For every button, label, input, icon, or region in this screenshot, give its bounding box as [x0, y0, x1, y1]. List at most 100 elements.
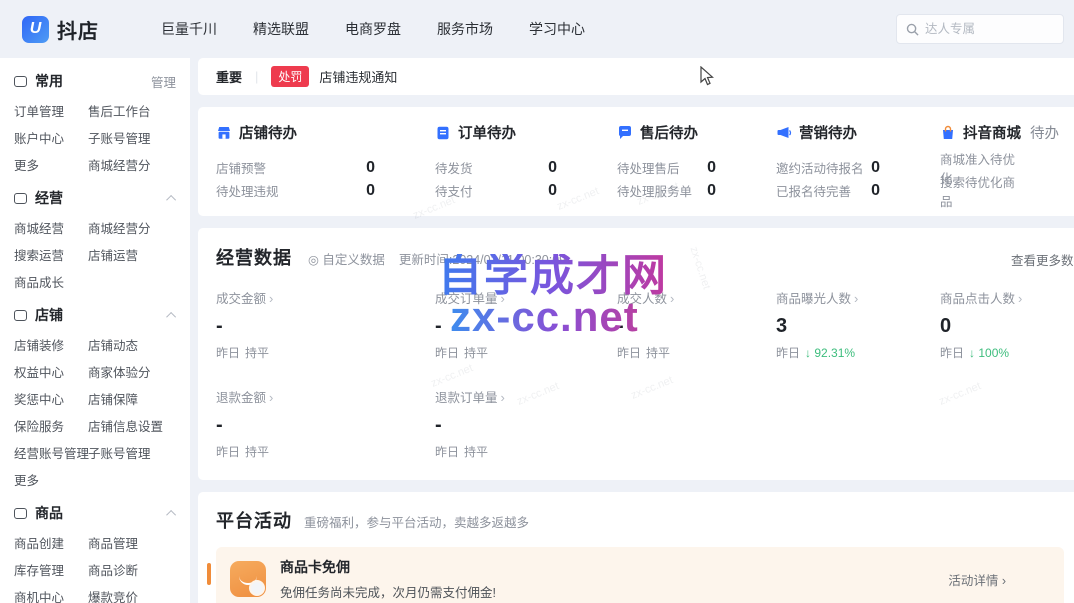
metric-label[interactable]: 退款金额 [216, 391, 266, 405]
todo-value[interactable]: 0 [548, 159, 557, 177]
todo-value[interactable]: 0 [871, 159, 880, 177]
sidebar-item-opportunity-center[interactable]: 商机中心 [14, 587, 88, 603]
metric-label[interactable]: 成交订单量 [435, 292, 498, 306]
todo-title: 抖音商城 [963, 122, 1021, 143]
nav-item-xuexizhongxin[interactable]: 学习中心 [529, 19, 585, 39]
metric-refund-orders[interactable]: 退款订单量› - 昨日持平 [435, 387, 617, 460]
metric-click-users[interactable]: 商品点击人数› 0 昨日↓ 100% [940, 288, 1074, 361]
operation-icon [14, 193, 27, 204]
todo-row[interactable]: 待支付 0 [435, 179, 617, 202]
sidebar-item-mall-score[interactable]: 商城经营分 [88, 155, 176, 174]
sidebar: 常用 管理 订单管理 售后工作台 账户中心 子账号管理 更多 商城经营分 经营 … [0, 58, 190, 603]
sidebar-item-merchant-score[interactable]: 商家体验分 [88, 362, 176, 381]
sidebar-item-shop-operation[interactable]: 店铺运营 [88, 245, 176, 264]
platform-activity-subtitle: 重磅福利，参与平台活动，卖越多返越多 [304, 512, 529, 531]
sidebar-item-insurance[interactable]: 保险服务 [14, 416, 88, 435]
sidebar-item-aftersale-workbench[interactable]: 售后工作台 [88, 101, 176, 120]
search-input[interactable] [925, 22, 1045, 36]
metric-label[interactable]: 退款订单量 [435, 391, 498, 405]
sidebar-item-business-account[interactable]: 经营账号管理 [14, 443, 88, 462]
search-icon [906, 23, 919, 36]
sidebar-item-search-operation[interactable]: 搜索运营 [14, 245, 88, 264]
nav-item-juliangqianchuan[interactable]: 巨量千川 [161, 19, 217, 39]
todo-label: 已报名待完善 [776, 181, 871, 200]
todo-title: 店铺待办 [239, 122, 297, 143]
sidebar-item-rights-center[interactable]: 权益中心 [14, 362, 88, 381]
todo-row[interactable]: 待处理售后 0 [617, 156, 776, 179]
custom-data-toggle[interactable]: ◎ 自定义数据 [308, 249, 385, 268]
todo-value[interactable]: 0 [366, 159, 375, 177]
activity-banner[interactable]: 商品卡免佣 免佣任务尚未完成，次月仍需支付佣金! 活动详情 › [216, 547, 1064, 603]
sidebar-item-account-center[interactable]: 账户中心 [14, 128, 88, 147]
sidebar-item-stock-manage[interactable]: 库存管理 [14, 560, 88, 579]
view-more-data-link[interactable]: 查看更多数据 [1011, 250, 1074, 269]
sidebar-section-shop: 店铺 店铺装修 店铺动态 权益中心 商家体验分 奖惩中心 店铺保障 保险服务 店… [14, 304, 176, 489]
todo-value[interactable]: 0 [548, 182, 557, 200]
todo-value[interactable]: 0 [707, 159, 716, 177]
sidebar-item-more[interactable]: 更多 [14, 155, 88, 174]
todo-label: 邀约活动待报名 [776, 158, 871, 177]
todo-row[interactable]: 搜索待优化商品 [940, 179, 1074, 202]
sidebar-item-mall-operation[interactable]: 商城经营 [14, 218, 88, 237]
sidebar-item-shop-decorate[interactable]: 店铺装修 [14, 335, 88, 354]
metric-gmv[interactable]: 成交金额› - 昨日持平 [216, 288, 435, 361]
carousel-indicator [207, 563, 211, 585]
divider: | [255, 69, 258, 84]
sidebar-item-shop-guarantee[interactable]: 店铺保障 [88, 389, 176, 408]
todo-value[interactable]: 0 [366, 182, 375, 200]
sidebar-item-product-manage[interactable]: 商品管理 [88, 533, 176, 552]
chevron-right-icon: › [269, 390, 273, 405]
platform-activity-card: 平台活动 重磅福利，参与平台活动，卖越多返越多 商品卡免佣 免佣任务尚未完成，次… [198, 492, 1074, 603]
sidebar-item-subaccount-manage[interactable]: 子账号管理 [88, 443, 176, 462]
todo-value[interactable]: 0 [707, 182, 716, 200]
nav-item-dianshangluopan[interactable]: 电商罗盘 [345, 19, 401, 39]
sidebar-item-more[interactable]: 更多 [14, 470, 88, 489]
todo-value[interactable]: 0 [871, 182, 880, 200]
todo-row[interactable]: 待处理服务单 0 [617, 179, 776, 202]
sidebar-item-subaccount-manage[interactable]: 子账号管理 [88, 128, 176, 147]
sidebar-item-order-manage[interactable]: 订单管理 [14, 101, 88, 120]
metric-label[interactable]: 商品点击人数 [940, 292, 1015, 306]
sidebar-item-reward-punish[interactable]: 奖惩中心 [14, 389, 88, 408]
doudian-logo[interactable]: U 抖店 [22, 15, 99, 44]
sidebar-section-common: 常用 管理 订单管理 售后工作台 账户中心 子账号管理 更多 商城经营分 [14, 70, 176, 174]
nav-item-jingxuanlianmeng[interactable]: 精选联盟 [253, 19, 309, 39]
metric-sub: 昨日 [216, 346, 240, 360]
todo-row[interactable]: 待处理违规 0 [216, 179, 435, 202]
nav-item-fuwushichang[interactable]: 服务市场 [437, 19, 493, 39]
search-box[interactable] [896, 14, 1064, 44]
metric-refund-amount[interactable]: 退款金额› - 昨日持平 [216, 387, 435, 460]
sidebar-item-shop-info-setting[interactable]: 店铺信息设置 [88, 416, 176, 435]
sidebar-section-operation: 经营 商城经营 商城经营分 搜索运营 店铺运营 商品成长 [14, 187, 176, 291]
metric-deal-orders[interactable]: 成交订单量› - 昨日持平 [435, 288, 617, 361]
notice-text[interactable]: 店铺违规通知 [319, 67, 397, 86]
todo-label: 待处理售后 [617, 158, 707, 177]
todo-title: 订单待办 [458, 122, 516, 143]
todo-title: 售后待办 [640, 122, 698, 143]
manage-link[interactable]: 管理 [151, 72, 176, 91]
todo-row[interactable]: 邀约活动待报名 0 [776, 156, 940, 179]
todo-card-marketing: 营销待办 邀约活动待报名 0 已报名待完善 0 [776, 122, 940, 202]
order-todo-icon [435, 125, 451, 141]
sidebar-item-product-growth[interactable]: 商品成长 [14, 272, 88, 291]
todo-row[interactable]: 店铺预警 0 [216, 156, 435, 179]
sidebar-item-hot-bidding[interactable]: 爆款竞价 [88, 587, 176, 603]
metric-deal-users[interactable]: 成交人数› - 昨日持平 [617, 288, 776, 361]
shopping-bag-icon [940, 125, 956, 141]
todo-row[interactable]: 已报名待完善 0 [776, 179, 940, 202]
activity-desc: 免佣任务尚未完成，次月仍需支付佣金! [280, 582, 948, 601]
violation-notice-banner[interactable]: 重要 | 处罚 店铺违规通知 [198, 58, 1074, 95]
sidebar-item-product-diagnose[interactable]: 商品诊断 [88, 560, 176, 579]
shop-icon [14, 310, 27, 321]
megaphone-icon [776, 125, 792, 141]
metric-label[interactable]: 商品曝光人数 [776, 292, 851, 306]
doudian-logo-icon: U [22, 16, 49, 43]
todo-row[interactable]: 待发货 0 [435, 156, 617, 179]
sidebar-item-mall-operation-score[interactable]: 商城经营分 [88, 218, 176, 237]
sidebar-item-shop-news[interactable]: 店铺动态 [88, 335, 176, 354]
metric-label[interactable]: 成交金额 [216, 292, 266, 306]
metric-exposure-users[interactable]: 商品曝光人数› 3 昨日↓ 92.31% [776, 288, 940, 361]
sidebar-item-product-create[interactable]: 商品创建 [14, 533, 88, 552]
metric-label[interactable]: 成交人数 [617, 292, 667, 306]
activity-detail-link[interactable]: 活动详情 › [948, 570, 1006, 589]
